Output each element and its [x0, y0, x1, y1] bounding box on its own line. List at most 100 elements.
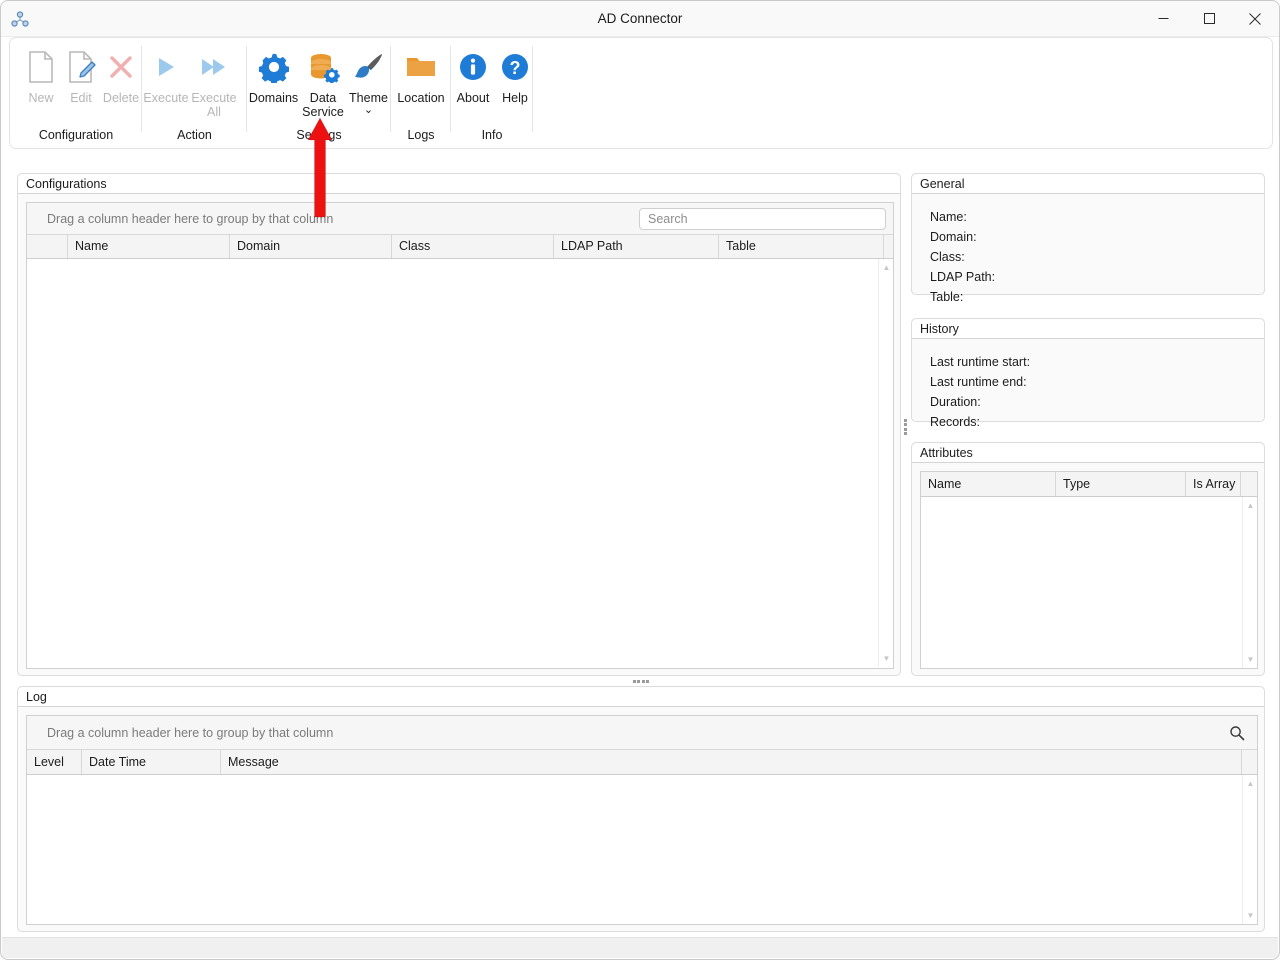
log-vertical-scrollbar[interactable]: ▲ ▼	[1242, 775, 1257, 924]
question-circle-icon: ?	[500, 46, 530, 88]
ribbon-group-settings-label: Settings	[296, 128, 342, 142]
maximize-button[interactable]	[1186, 1, 1232, 36]
attributes-vertical-scrollbar[interactable]: ▲ ▼	[1242, 497, 1257, 668]
column-header-indicator[interactable]	[27, 235, 68, 258]
chevron-down-icon[interactable]: ⌄	[364, 105, 373, 116]
play-icon	[151, 46, 181, 88]
log-column-header-filler	[1242, 750, 1257, 774]
general-field-name: Name:	[930, 210, 967, 224]
data-service-button[interactable]: Data Service	[300, 44, 346, 119]
about-button-label: About	[456, 91, 490, 105]
gear-icon	[258, 46, 290, 88]
execute-button-label: Execute	[143, 91, 189, 105]
database-gear-icon	[306, 46, 340, 88]
ribbon-group-settings: Domains Data Service Theme ⌄ Settings	[247, 38, 391, 148]
configurations-group-bar[interactable]: Drag a column header here to group by th…	[27, 203, 893, 235]
log-grid-body: ▲ ▼	[27, 775, 1257, 924]
about-button[interactable]: About	[451, 44, 495, 105]
general-field-ldap-path: LDAP Path:	[930, 270, 996, 284]
play-all-icon	[198, 46, 230, 88]
column-header-domain[interactable]: Domain	[230, 235, 392, 258]
close-button[interactable]	[1232, 1, 1278, 36]
attributes-column-header-filler	[1241, 472, 1257, 496]
new-button-label: New	[28, 91, 54, 105]
history-field-duration: Duration:	[930, 395, 981, 409]
ribbon-group-logs: Location Logs	[391, 38, 451, 148]
general-panel: General Name: Domain: Class: LDAP Path: …	[911, 173, 1265, 304]
ribbon-toolbar: New Edit Delete Configuration Execute Ex…	[9, 37, 1273, 149]
history-field-last-runtime-end: Last runtime end:	[930, 375, 1027, 389]
vertical-splitter[interactable]	[904, 419, 908, 435]
delete-button-label: Delete	[102, 91, 140, 105]
attributes-column-header-type[interactable]: Type	[1056, 472, 1186, 496]
general-field-domain: Domain:	[930, 230, 977, 244]
ribbon-group-info: About ? Help Info	[451, 38, 533, 148]
scroll-up-arrow-icon[interactable]: ▲	[879, 260, 894, 275]
execute-button[interactable]: Execute	[142, 44, 190, 105]
ribbon-group-logs-label: Logs	[407, 128, 435, 142]
domains-button[interactable]: Domains	[247, 44, 300, 105]
log-panel-title: Log	[18, 687, 1264, 707]
log-grid: Drag a column header here to group by th…	[26, 715, 1258, 925]
general-panel-title: General	[912, 174, 1264, 194]
attributes-panel: Attributes Name Type Is Array ▲ ▼	[911, 442, 1265, 676]
help-button[interactable]: ? Help	[495, 44, 535, 105]
info-circle-icon	[458, 46, 488, 88]
log-grid-header: Level Date Time Message	[27, 750, 1257, 775]
column-header-ldap-path[interactable]: LDAP Path	[554, 235, 719, 258]
execute-all-button[interactable]: Execute All	[190, 44, 238, 119]
attributes-grid-header: Name Type Is Array	[921, 472, 1257, 497]
execute-all-button-label: Execute All	[191, 91, 237, 119]
scroll-up-arrow-icon[interactable]: ▲	[1243, 498, 1258, 513]
minimize-button[interactable]	[1140, 1, 1186, 36]
scroll-down-arrow-icon[interactable]: ▼	[1243, 652, 1258, 667]
general-field-class: Class:	[930, 250, 965, 264]
location-button[interactable]: Location	[391, 44, 451, 105]
theme-button[interactable]: Theme ⌄	[346, 44, 391, 116]
log-group-bar[interactable]: Drag a column header here to group by th…	[27, 716, 1257, 750]
history-field-last-runtime-start: Last runtime start:	[930, 355, 1031, 369]
history-panel: History Last runtime start: Last runtime…	[911, 318, 1265, 429]
ribbon-group-action-label: Action	[177, 128, 212, 142]
attributes-column-header-name[interactable]: Name	[921, 472, 1056, 496]
column-header-table[interactable]: Table	[719, 235, 884, 258]
log-column-header-date-time[interactable]: Date Time	[82, 750, 221, 774]
theme-button-label: Theme	[349, 91, 388, 105]
attributes-grid-body: ▲ ▼	[921, 497, 1257, 668]
attributes-panel-title: Attributes	[912, 443, 1264, 463]
configurations-group-hint: Drag a column header here to group by th…	[47, 212, 334, 226]
ribbon-group-action: Execute Execute All Action	[142, 38, 247, 148]
log-group-hint: Drag a column header here to group by th…	[47, 726, 334, 740]
ribbon-group-info-label: Info	[481, 128, 503, 142]
history-panel-title: History	[912, 319, 1264, 339]
domains-button-label: Domains	[248, 91, 299, 105]
column-header-filler	[884, 235, 895, 258]
configurations-grid: Drag a column header here to group by th…	[26, 202, 894, 669]
configurations-grid-header: Name Domain Class LDAP Path Table	[27, 235, 893, 259]
log-column-header-level[interactable]: Level	[27, 750, 82, 774]
scroll-down-arrow-icon[interactable]: ▼	[1243, 908, 1258, 923]
search-icon[interactable]	[1229, 725, 1245, 746]
column-header-class[interactable]: Class	[392, 235, 554, 258]
log-column-header-message[interactable]: Message	[221, 750, 1242, 774]
help-button-label: Help	[502, 91, 528, 105]
folder-icon	[405, 46, 437, 88]
scroll-down-arrow-icon[interactable]: ▼	[879, 651, 894, 666]
status-bar	[2, 937, 1278, 958]
app-window: AD Connector New Edit Delete Configurati…	[0, 0, 1280, 960]
column-header-name[interactable]: Name	[68, 235, 230, 258]
svg-text:?: ?	[510, 58, 521, 78]
general-field-table: Table:	[930, 290, 964, 304]
main-content: Configurations Drag a column header here…	[1, 149, 1279, 937]
window-title: AD Connector	[597, 11, 683, 26]
configurations-panel-title: Configurations	[18, 174, 900, 194]
search-input[interactable]	[639, 208, 886, 230]
horizontal-splitter[interactable]	[633, 680, 649, 684]
attributes-grid: Name Type Is Array ▲ ▼	[920, 471, 1258, 669]
configurations-vertical-scrollbar[interactable]: ▲ ▼	[878, 259, 893, 667]
scroll-up-arrow-icon[interactable]: ▲	[1243, 776, 1258, 791]
paintbrush-icon	[353, 46, 385, 88]
history-field-records: Records:	[930, 415, 981, 429]
ribbon-group-configuration-label: Configuration	[38, 128, 114, 142]
attributes-column-header-is-array[interactable]: Is Array	[1186, 472, 1241, 496]
